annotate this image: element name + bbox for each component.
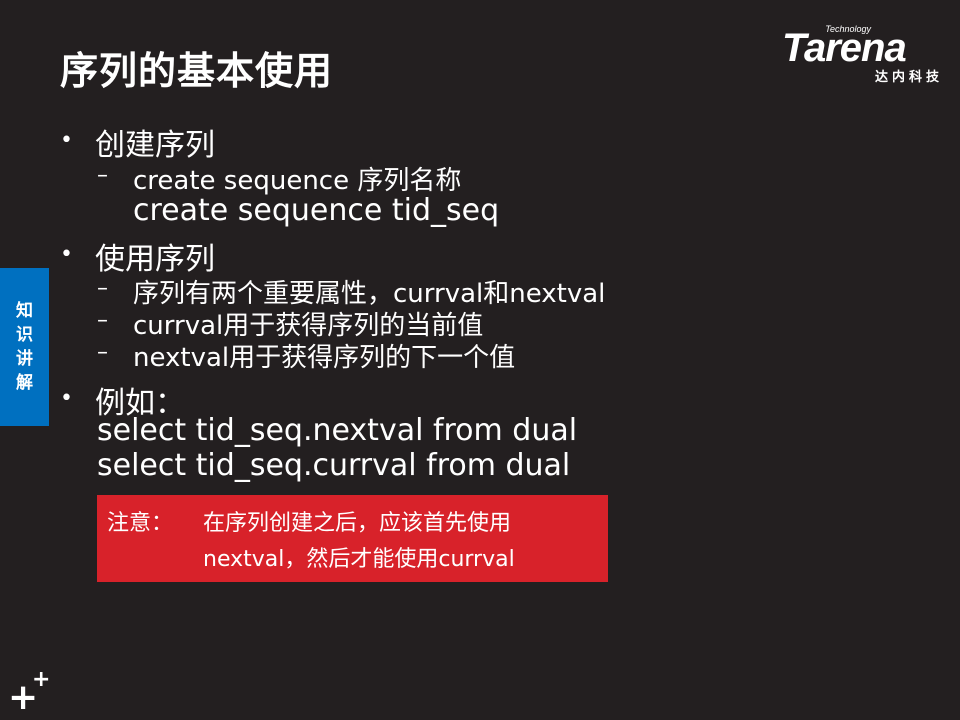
bullet-create-sequence: 创建序列 xyxy=(95,128,215,163)
bullet-use-sequence: 使用序列 xyxy=(95,242,215,277)
bullet-marker: • xyxy=(60,128,73,153)
logo-chinese: 达内科技 xyxy=(874,70,943,85)
dash-marker: – xyxy=(97,276,108,301)
dash-marker: – xyxy=(97,340,108,365)
dash-marker: – xyxy=(97,163,108,188)
side-tab-knowledge: 知 识 讲 解 xyxy=(0,268,49,426)
dash-marker: – xyxy=(97,308,108,333)
side-tab-char: 识 xyxy=(16,325,33,345)
side-tab-char: 解 xyxy=(16,373,33,393)
side-tab-char: 知 xyxy=(16,301,33,321)
bullet-marker: • xyxy=(60,242,73,267)
bullet-marker: • xyxy=(60,386,73,411)
note-box: 注意： 在序列创建之后，应该首先使用 nextval，然后才能使用currval xyxy=(97,495,608,582)
logo-wordmark: Tarena xyxy=(782,26,907,70)
slide-title: 序列的基本使用 xyxy=(60,49,334,93)
code-line-currval: select tid_seq.currval from dual xyxy=(97,448,571,483)
sub-bullet-nextval: nextval用于获得序列的下一个值 xyxy=(133,343,516,373)
code-line-nextval: select tid_seq.nextval from dual xyxy=(97,413,578,448)
code-line-create: create sequence tid_seq xyxy=(133,193,500,228)
side-tab-char: 讲 xyxy=(16,349,33,369)
tarena-logo: Technology Tarena 达内科技 xyxy=(782,22,947,85)
corner-small-plus-icon: + xyxy=(32,667,51,692)
note-line-1: 在序列创建之后，应该首先使用 xyxy=(203,511,512,536)
note-label: 注意： xyxy=(107,511,174,536)
note-line-2: nextval，然后才能使用currval xyxy=(203,547,515,572)
sub-bullet-syntax: create sequence 序列名称 xyxy=(133,166,462,196)
